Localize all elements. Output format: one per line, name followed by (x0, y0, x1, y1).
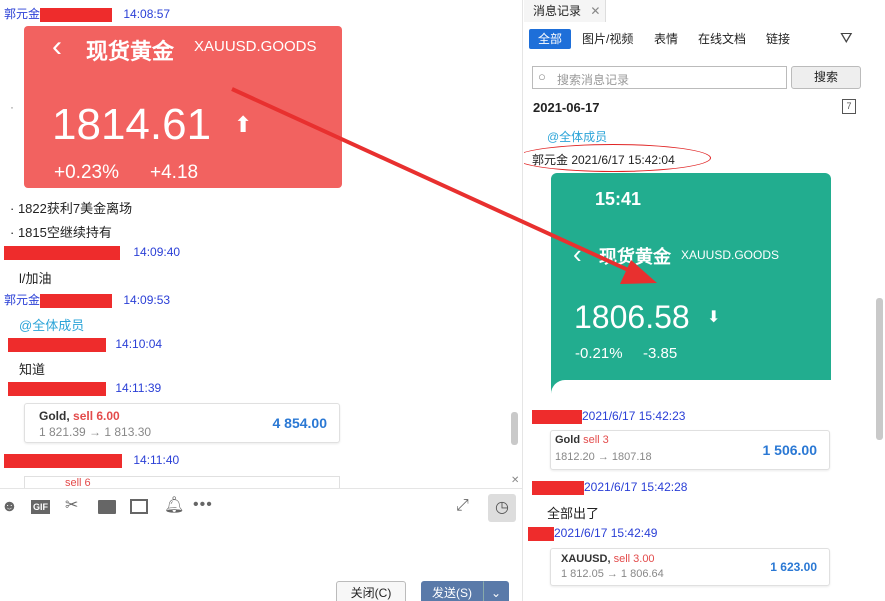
annotation-arrow (231, 87, 657, 284)
arrow-head (620, 260, 657, 284)
arrow-shaft (231, 87, 638, 276)
